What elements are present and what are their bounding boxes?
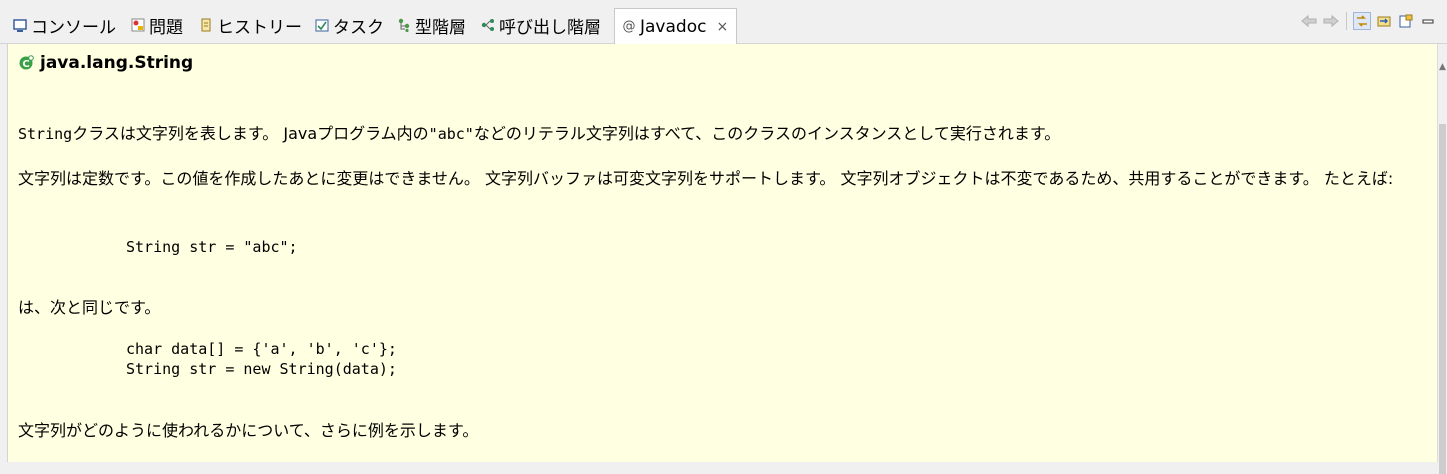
- scrollbar-thumb[interactable]: [1439, 124, 1446, 474]
- console-icon: [12, 17, 28, 33]
- call-hierarchy-icon: [480, 17, 496, 33]
- svg-text:C: C: [22, 59, 29, 70]
- javadoc-header: C java.lang.String: [18, 53, 193, 73]
- problems-icon: [130, 17, 146, 33]
- doc-paragraph-1: Stringクラスは文字列を表します。 Javaプログラム内の"abc"などのリ…: [18, 121, 1428, 147]
- page-title: java.lang.String: [40, 53, 194, 73]
- tab-label: Javadoc: [640, 16, 707, 37]
- tab-label: タスク: [333, 17, 384, 38]
- minimize-icon[interactable]: [1419, 12, 1437, 30]
- javadoc-content: C java.lang.String Stringクラスは文字列を表します。 J…: [7, 44, 1437, 462]
- doc-text: などのリテラル文字列はすべて、このクラスのインスタンスとして実行されます。: [473, 124, 1061, 143]
- javadoc-at-icon: @: [622, 19, 636, 34]
- tab-problems[interactable]: 問題: [130, 12, 183, 38]
- tab-type-hierarchy[interactable]: 型階層: [396, 12, 466, 38]
- open-declaration-icon[interactable]: [1375, 12, 1393, 30]
- class-icon: C: [18, 55, 34, 71]
- code-block-2-line-1: char data[] = {'a', 'b', 'c'};: [126, 340, 397, 358]
- tab-call-hierarchy[interactable]: 呼び出し階層: [480, 12, 601, 38]
- open-external-icon[interactable]: [1397, 12, 1415, 30]
- tab-history[interactable]: ヒストリー: [198, 12, 302, 38]
- history-icon: [198, 17, 214, 33]
- forward-icon[interactable]: [1322, 12, 1340, 30]
- view-toolbar: [1300, 12, 1437, 30]
- tab-tasks[interactable]: タスク: [314, 12, 384, 38]
- link-with-selection-icon[interactable]: [1353, 12, 1371, 30]
- doc-paragraph-3: は、次と同じです。: [18, 298, 161, 317]
- inline-code: String: [18, 125, 73, 143]
- scroll-up-icon[interactable]: ▲: [1439, 62, 1446, 72]
- tab-console[interactable]: コンソール: [12, 12, 116, 38]
- doc-text: クラスは文字列を表します。 Javaプログラム内の: [72, 124, 429, 143]
- doc-paragraph-4: 文字列がどのように使われるかについて、さらに例を示します。: [18, 421, 479, 440]
- code-block-2-line-2: String str = new String(data);: [126, 360, 397, 378]
- inline-code: "abc": [428, 125, 474, 143]
- type-hierarchy-icon: [396, 17, 412, 33]
- tab-label: 型階層: [415, 17, 466, 38]
- tab-label: 問題: [149, 17, 183, 38]
- tasks-icon: [314, 17, 330, 33]
- close-icon[interactable]: ×: [716, 19, 728, 35]
- toolbar-separator: [1346, 12, 1347, 30]
- tab-label: 呼び出し階層: [499, 17, 601, 38]
- tab-label: ヒストリー: [217, 17, 302, 38]
- tab-javadoc[interactable]: @ Javadoc ×: [614, 8, 738, 44]
- doc-paragraph-2: 文字列は定数です。この値を作成したあとに変更はできません。 文字列バッファは可変…: [18, 169, 1394, 188]
- vertical-scrollbar[interactable]: ▲: [1437, 44, 1447, 474]
- view-tab-bar: コンソール 問題 ヒストリー タスク 型階層 呼び出し階層 @ Javadoc …: [0, 0, 1447, 44]
- tab-label: コンソール: [31, 17, 116, 38]
- code-block-1: String str = "abc";: [126, 238, 298, 256]
- back-icon[interactable]: [1300, 12, 1318, 30]
